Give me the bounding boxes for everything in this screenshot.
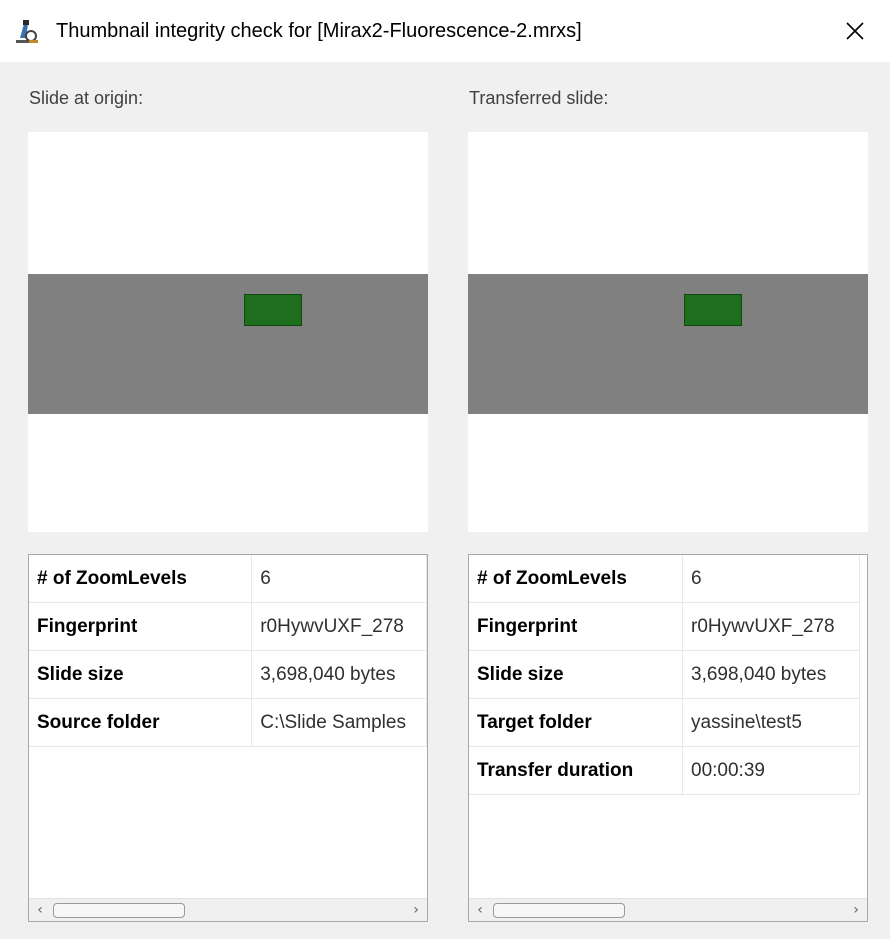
- table-row: # of ZoomLevels 6: [469, 555, 860, 603]
- scroll-right-button[interactable]: ›: [405, 899, 427, 921]
- scrollbar-thumb[interactable]: [493, 903, 625, 918]
- microscope-icon: [14, 18, 40, 44]
- origin-label: Slide at origin:: [29, 88, 144, 108]
- tissue-image: [244, 294, 302, 326]
- slide-band: [28, 274, 428, 414]
- property-value: C:\Slide Samples: [251, 698, 427, 747]
- table-row: Source folder C:\Slide Samples: [29, 698, 427, 747]
- property-key: Transfer duration: [469, 746, 683, 795]
- property-key: Slide size: [29, 650, 253, 699]
- horizontal-scrollbar[interactable]: ‹ ›: [29, 898, 427, 921]
- transferred-label: Transferred slide:: [469, 88, 609, 108]
- transferred-thumbnail: [468, 132, 868, 532]
- property-key: Target folder: [469, 698, 683, 747]
- scrollbar-thumb[interactable]: [53, 903, 185, 918]
- property-value: 6: [251, 555, 427, 603]
- property-key: # of ZoomLevels: [29, 555, 253, 603]
- close-icon: [846, 22, 864, 40]
- scroll-right-button[interactable]: ›: [845, 899, 867, 921]
- slide-band: [468, 274, 868, 414]
- close-button[interactable]: [820, 0, 890, 62]
- property-key: Slide size: [469, 650, 683, 699]
- property-key: Fingerprint: [469, 602, 683, 651]
- table-row: # of ZoomLevels 6: [29, 555, 427, 603]
- table-row: Slide size 3,698,040 bytes: [469, 650, 860, 699]
- property-value: 6: [682, 555, 860, 603]
- property-key: # of ZoomLevels: [469, 555, 683, 603]
- window-title: Thumbnail integrity check for [Mirax2-Fl…: [56, 20, 582, 42]
- table-row: Transfer duration 00:00:39: [469, 746, 860, 795]
- tissue-image: [684, 294, 742, 326]
- property-value: 3,698,040 bytes: [682, 650, 860, 699]
- property-value: 00:00:39: [682, 746, 860, 795]
- transferred-properties-table[interactable]: # of ZoomLevels 6 Fingerprint r0HywvUXF_…: [468, 554, 868, 922]
- property-value: yassine\test5: [682, 698, 860, 747]
- origin-thumbnail: [28, 132, 428, 532]
- table-row: Fingerprint r0HywvUXF_278: [29, 602, 427, 651]
- scroll-left-button[interactable]: ‹: [29, 899, 51, 921]
- scroll-left-button[interactable]: ‹: [469, 899, 491, 921]
- property-value: 3,698,040 bytes: [251, 650, 427, 699]
- property-value: r0HywvUXF_278: [251, 602, 427, 651]
- horizontal-scrollbar[interactable]: ‹ ›: [469, 898, 867, 921]
- property-value: r0HywvUXF_278: [682, 602, 860, 651]
- table-row: Slide size 3,698,040 bytes: [29, 650, 427, 699]
- property-key: Fingerprint: [29, 602, 253, 651]
- table-row: Fingerprint r0HywvUXF_278: [469, 602, 860, 651]
- origin-properties-table[interactable]: # of ZoomLevels 6 Fingerprint r0HywvUXF_…: [28, 554, 428, 922]
- title-bar: Thumbnail integrity check for [Mirax2-Fl…: [0, 0, 890, 62]
- table-row: Target folder yassine\test5: [469, 698, 860, 747]
- property-key: Source folder: [29, 698, 253, 747]
